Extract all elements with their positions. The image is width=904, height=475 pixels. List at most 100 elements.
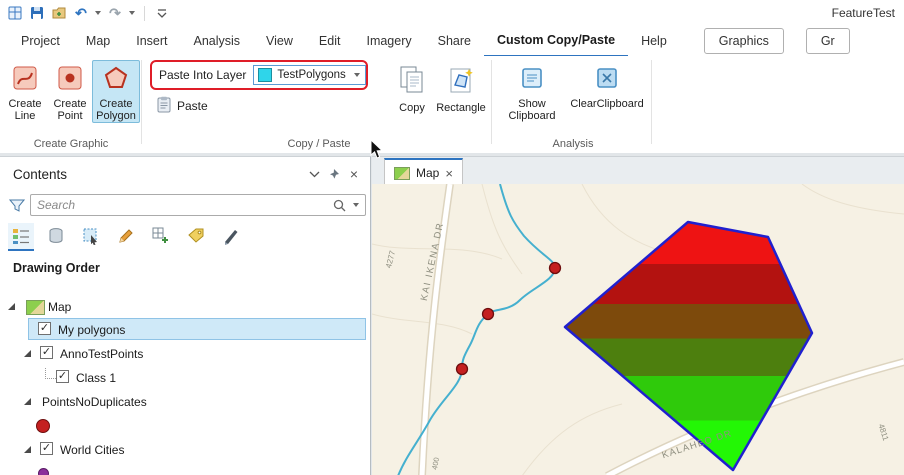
list-by-drawing-order-icon[interactable] [8,223,34,251]
paste-into-layer-label: Paste Into Layer [159,68,247,82]
anno-test-points-checkbox[interactable]: ✓ [40,346,53,359]
snapping-pen-icon[interactable] [218,223,244,251]
ribbon-content: Create Line Create Point Create Polygon … [0,56,904,154]
class-1-checkbox[interactable]: ✓ [56,370,69,383]
dropdown-caret-icon [354,73,360,77]
create-line-button[interactable]: Create Line [2,60,48,123]
tree-item-my-polygons[interactable]: ✓ My polygons [0,318,370,341]
tab-edit[interactable]: Edit [306,26,354,56]
search-input[interactable] [31,198,332,212]
tab-view[interactable]: View [253,26,306,56]
create-point-label: Create Point [53,98,87,122]
class-1-label: Class 1 [76,370,117,385]
target-layer-dropdown[interactable]: TestPolygons [253,65,366,85]
undo-icon[interactable]: ↶ [72,4,90,22]
paste-icon [156,96,172,116]
expand-triangle-icon[interactable] [24,446,31,453]
add-data-icon[interactable] [50,4,68,22]
map-item-label: Map [48,299,72,314]
red-point[interactable] [548,261,562,275]
clear-clipboard-button[interactable]: ClearClipboard [566,60,648,111]
group-separator [651,60,652,144]
create-line-label: Create Line [8,98,42,122]
red-point[interactable] [455,362,469,376]
list-by-data-source-icon[interactable] [43,223,69,251]
paste-label: Paste [177,99,208,113]
clear-clipboard-icon [594,65,620,96]
show-clipboard-icon [519,65,545,96]
map-tab-label: Map [416,166,440,180]
tree-item-points-no-duplicates[interactable]: PointsNoDuplicates [0,390,370,413]
redo-dropdown-icon[interactable] [129,11,135,15]
world-cities-checkbox[interactable]: ✓ [40,442,53,455]
window-title: FeatureTest [831,6,895,20]
group-label-analysis: Analysis [552,138,594,150]
tab-map[interactable]: Map [73,26,123,56]
tree-item-class-1[interactable]: ✓ Class 1 [0,366,370,389]
layer-color-swatch [258,68,273,82]
close-view-icon[interactable]: × [445,166,453,181]
create-polygon-button[interactable]: Create Polygon [92,60,140,123]
filter-icon[interactable] [8,198,26,218]
map-thumbnail-icon [26,300,45,315]
expand-triangle-icon[interactable] [24,398,31,405]
save-icon[interactable] [28,4,46,22]
tree-item-world-cities[interactable]: ✓ World Cities [0,438,370,461]
tab-insert[interactable]: Insert [123,26,180,56]
tab-project[interactable]: Project [8,26,73,56]
my-polygons-checkbox[interactable]: ✓ [38,322,51,335]
tree-item-anno-test-points[interactable]: ✓ AnnoTestPoints [0,342,370,365]
copy-button[interactable]: Copy [392,60,432,115]
expand-triangle-icon[interactable] [24,350,31,357]
tab-help[interactable]: Help [628,26,680,56]
show-clipboard-button[interactable]: Show Clipboard [503,60,561,123]
show-clipboard-label: Show Clipboard [508,98,556,122]
redo-icon[interactable]: ↷ [106,4,124,22]
labeling-tag-icon[interactable] [183,223,209,251]
application-window: ↶ ↷ FeatureTest Project Map Insert Analy… [0,0,904,475]
view-tab-strip: Map × [372,157,904,186]
map-view: Map × KAI IKENA DR 4277 KALAHEO DR 4811 … [372,156,904,475]
list-by-editing-icon[interactable] [113,223,139,251]
create-point-button[interactable]: Create Point [47,60,93,123]
catalog-grid-icon[interactable] [148,223,174,251]
group-label-copy-paste: Copy / Paste [287,138,351,150]
contents-header: Contents × [0,161,370,187]
rectangle-button[interactable]: Rectangle [432,60,490,115]
contents-view-tabs [8,223,244,251]
tab-custom-copy-paste[interactable]: Custom Copy/Paste [483,25,629,58]
map-canvas[interactable]: KAI IKENA DR 4277 KALAHEO DR 4811 400 [372,184,904,475]
tree-item-map[interactable]: Map [0,295,370,318]
search-dropdown-icon[interactable] [353,203,359,207]
ribbon-tab-bar: Project Map Insert Analysis View Edit Im… [0,25,904,58]
map-graphics: KAI IKENA DR 4277 KALAHEO DR 4811 400 [372,184,904,475]
tab-analysis[interactable]: Analysis [181,26,254,56]
search-icon[interactable] [332,198,347,213]
create-polygon-label: Create Polygon [96,98,136,122]
tab-share[interactable]: Share [425,26,484,56]
create-line-icon [12,65,38,96]
tab-truncated[interactable]: Gr [805,28,850,54]
tree-symbol-purple-point[interactable] [0,462,370,475]
tree-symbol-red-point[interactable] [0,414,370,437]
expand-triangle-icon[interactable] [8,303,15,310]
new-project-icon[interactable] [6,4,24,22]
close-pane-icon[interactable]: × [344,164,364,184]
points-no-duplicates-label: PointsNoDuplicates [42,394,147,409]
tab-imagery[interactable]: Imagery [353,26,424,56]
undo-dropdown-icon[interactable] [95,11,101,15]
pin-icon[interactable] [324,164,344,184]
world-cities-label: World Cities [60,442,125,457]
target-layer-value: TestPolygons [277,69,346,81]
red-point[interactable] [481,307,495,321]
list-by-selection-icon[interactable] [78,223,104,251]
pane-options-chevron-icon[interactable] [304,164,324,184]
paste-button[interactable]: Paste [156,96,208,116]
red-point-symbol [36,419,50,433]
clear-clipboard-label: ClearClipboard [570,98,644,110]
tab-graphics[interactable]: Graphics [703,28,784,54]
drawing-order-heading: Drawing Order [13,261,100,275]
customize-toolbar-icon[interactable] [153,4,171,22]
map-view-tab[interactable]: Map × [384,158,463,186]
contents-pane: Contents × Search Drawing Order Map ✓ My… [0,156,371,475]
